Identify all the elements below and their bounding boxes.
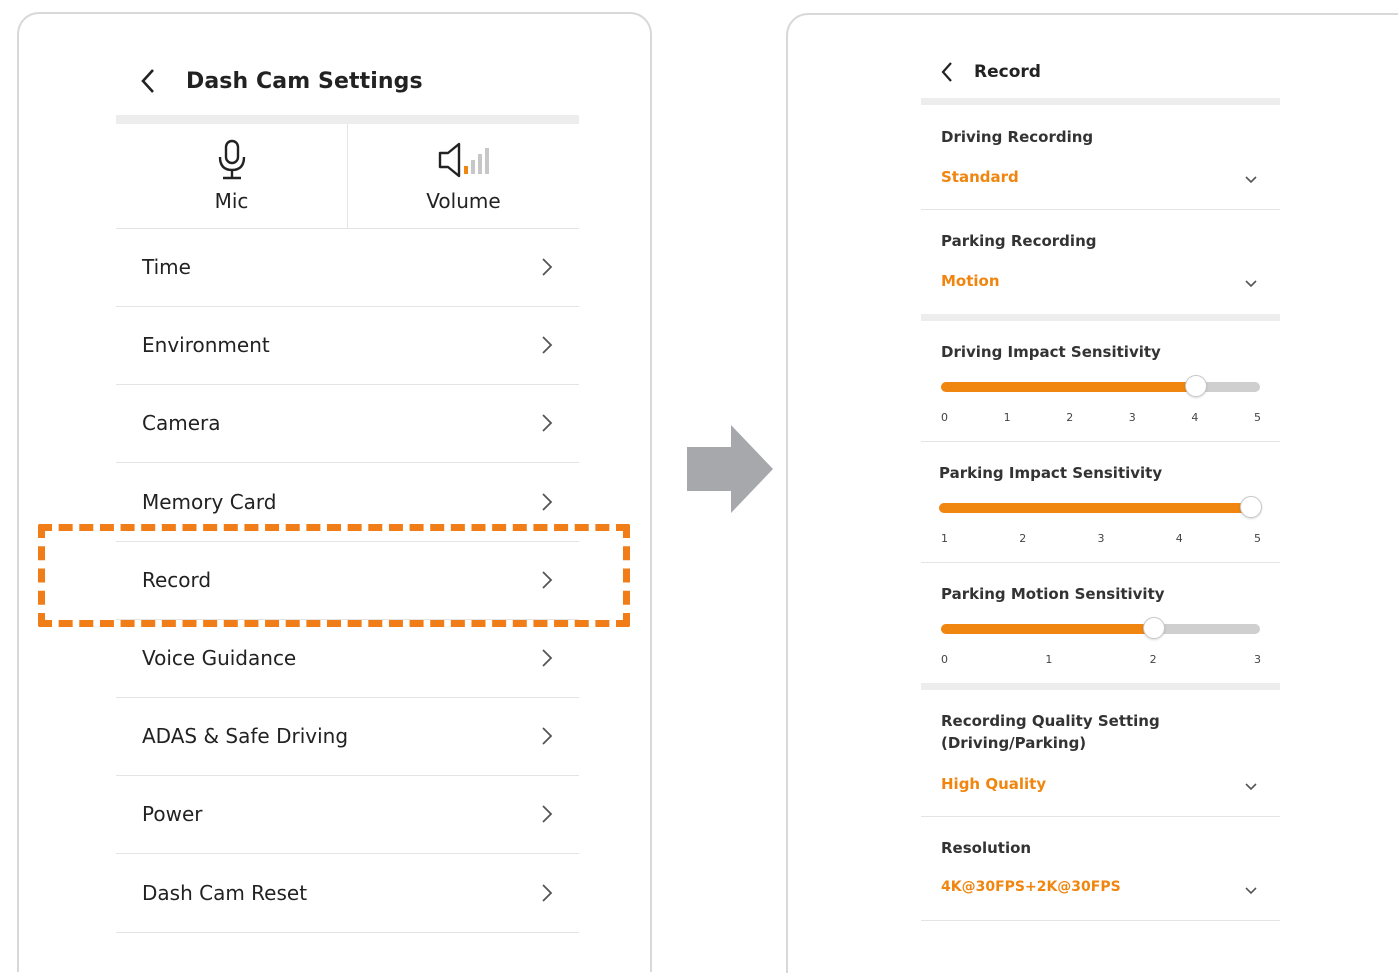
chevron-right-icon <box>542 258 553 276</box>
mic-icon <box>218 139 245 180</box>
menu-item-dash-cam-reset[interactable]: Dash Cam Reset <box>116 854 579 933</box>
slider-fill <box>939 503 1260 513</box>
driving-impact-label: Driving Impact Sensitivity <box>941 343 1161 361</box>
parking-impact-row: Parking Impact Sensitivity 1 2 3 4 5 <box>921 442 1280 563</box>
mic-label: Mic <box>214 189 249 213</box>
tick-label: 5 <box>1254 411 1261 424</box>
chevron-right-icon <box>542 336 553 354</box>
chevron-down-icon <box>1245 280 1257 288</box>
menu-item-label: ADAS & Safe Driving <box>142 724 349 748</box>
menu-item-camera[interactable]: Camera <box>116 384 579 463</box>
slider-ticks: 0 1 2 3 <box>941 653 1261 667</box>
slider-knob[interactable] <box>1143 617 1165 639</box>
mic-button[interactable]: Mic <box>116 124 348 228</box>
tick-label: 0 <box>941 411 948 424</box>
parking-recording-label: Parking Recording <box>941 232 1097 250</box>
menu-item-label: Memory Card <box>142 490 277 514</box>
tick-label: 3 <box>1128 411 1136 424</box>
volume-button[interactable]: Volume <box>348 124 579 228</box>
parking-impact-slider[interactable] <box>939 496 1262 518</box>
divider <box>921 314 1280 321</box>
tick-label: 0 <box>941 653 948 666</box>
slider-ticks: 0 1 2 3 4 5 <box>941 411 1261 425</box>
menu-item-environment[interactable]: Environment <box>116 306 579 385</box>
quick-controls: Mic Volume <box>116 124 579 229</box>
menu-item-adas[interactable]: ADAS & Safe Driving <box>116 697 579 776</box>
tick-label: 1 <box>1045 653 1053 666</box>
chevron-right-icon <box>542 649 553 667</box>
record-highlight-box <box>38 524 630 627</box>
driving-recording-label: Driving Recording <box>941 128 1094 146</box>
driving-impact-slider[interactable] <box>941 375 1260 397</box>
menu-item-label: Power <box>142 802 203 826</box>
volume-label: Volume <box>426 189 501 213</box>
volume-icon <box>438 142 489 178</box>
parking-motion-label: Parking Motion Sensitivity <box>941 585 1165 603</box>
right-header: Record <box>940 60 1041 84</box>
slider-fill <box>941 624 1154 634</box>
left-header: Dash Cam Settings <box>138 66 423 96</box>
chevron-down-icon <box>1245 887 1257 895</box>
menu-item-label: Time <box>142 255 191 279</box>
slider-fill <box>941 382 1196 392</box>
recording-quality-label: Recording Quality Setting <box>941 712 1160 730</box>
tick-label: 3 <box>1097 532 1105 545</box>
recording-quality-sublabel: (Driving/Parking) <box>941 734 1087 752</box>
chevron-down-icon <box>1245 176 1257 184</box>
divider <box>921 683 1280 690</box>
parking-recording-value: Motion <box>941 272 1000 290</box>
divider <box>116 115 579 124</box>
divider <box>921 98 1280 105</box>
tick-label: 5 <box>1254 532 1261 545</box>
chevron-down-icon <box>1245 783 1257 791</box>
resolution-row[interactable]: Resolution 4K@30FPS+2K@30FPS <box>921 817 1280 921</box>
tick-label: 1 <box>1003 411 1011 424</box>
chevron-right-icon <box>542 414 553 432</box>
tick-label: 4 <box>1191 411 1199 424</box>
resolution-value: 4K@30FPS+2K@30FPS <box>941 879 1121 895</box>
chevron-right-icon <box>542 493 553 511</box>
parking-impact-label: Parking Impact Sensitivity <box>939 464 1163 482</box>
navigation-arrow-icon <box>687 425 773 513</box>
driving-recording-value: Standard <box>941 168 1019 186</box>
page-title: Dash Cam Settings <box>186 68 423 94</box>
tick-label: 2 <box>1149 653 1157 666</box>
recording-quality-value: High Quality <box>941 775 1047 793</box>
parking-motion-row: Parking Motion Sensitivity 0 1 2 3 <box>921 563 1280 683</box>
driving-impact-row: Driving Impact Sensitivity 0 1 2 3 4 5 <box>921 321 1280 442</box>
slider-ticks: 1 2 3 4 5 <box>941 532 1261 546</box>
tick-label: 4 <box>1175 532 1183 545</box>
menu-item-time[interactable]: Time <box>116 228 579 307</box>
resolution-label: Resolution <box>941 839 1032 857</box>
tick-label: 1 <box>941 532 948 545</box>
tick-label: 2 <box>1019 532 1027 545</box>
parking-recording-row[interactable]: Parking Recording Motion <box>921 210 1280 314</box>
chevron-right-icon <box>542 727 553 745</box>
menu-item-power[interactable]: Power <box>116 775 579 854</box>
chevron-right-icon <box>542 884 553 902</box>
recording-quality-row[interactable]: Recording Quality Setting (Driving/Parki… <box>921 690 1280 817</box>
page-title: Record <box>974 62 1041 82</box>
menu-item-label: Voice Guidance <box>142 646 297 670</box>
back-arrow-icon[interactable] <box>940 60 954 84</box>
chevron-right-icon <box>542 805 553 823</box>
menu-item-voice-guidance[interactable]: Voice Guidance <box>116 619 579 698</box>
back-arrow-icon[interactable] <box>138 66 158 96</box>
parking-motion-slider[interactable] <box>941 617 1260 639</box>
menu-item-label: Dash Cam Reset <box>142 881 308 905</box>
tick-label: 3 <box>1254 653 1261 666</box>
driving-recording-row[interactable]: Driving Recording Standard <box>921 105 1280 210</box>
slider-knob[interactable] <box>1240 496 1262 518</box>
menu-item-label: Environment <box>142 333 270 357</box>
slider-knob[interactable] <box>1185 375 1207 397</box>
menu-item-label: Camera <box>142 411 221 435</box>
tick-label: 2 <box>1066 411 1074 424</box>
